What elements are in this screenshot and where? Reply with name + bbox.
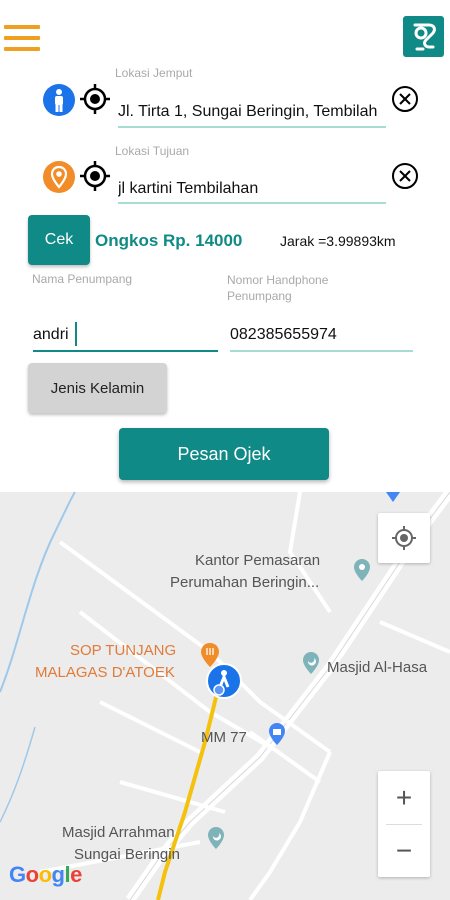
menu-icon[interactable] [4,21,40,57]
mosque-icon [207,827,225,854]
map-label: Kantor Pemasaran [195,552,321,569]
poi-pin-icon [353,559,371,586]
map-label: Sungai Beringin [74,846,180,863]
person-icon [42,83,76,117]
map-label: MM 77 [201,729,247,746]
mosque-icon [302,652,320,679]
map-label: MALAGAS D'ATOEK [35,664,175,681]
my-location-button[interactable] [378,513,430,563]
google-logo: Google [9,862,82,887]
passenger-phone-label: Nomor Handphone Penumpang [227,273,329,303]
distance-text: Jarak =3.99893km [280,233,396,249]
zoom-out-icon[interactable]: − [378,824,430,877]
order-ojek-button[interactable]: Pesan Ojek [119,428,329,480]
passenger-name-input[interactable]: andri [33,326,213,344]
passenger-name-underline [33,350,218,352]
pickup-input[interactable]: Jl. Tirta 1, Sungai Beringin, Tembilah [118,103,386,121]
gender-button[interactable]: Jenis Kelamin [28,363,167,413]
crosshair-icon[interactable] [79,160,111,192]
passenger-phone-input[interactable]: 082385655974 [230,326,410,344]
passenger-phone-underline [230,350,413,352]
clear-icon[interactable] [391,162,419,190]
pickup-underline [118,126,386,128]
map-label: Masjid Al-Hasa [327,659,428,676]
map-label: SOP TUNJANG [70,642,177,659]
zoom-in-icon[interactable]: + [378,771,430,824]
location-pin-icon [42,160,76,196]
pickup-label: Lokasi Jemput [115,66,193,80]
map-label: Masjid Arrahman [62,824,175,841]
check-fare-button[interactable]: Cek [28,215,90,265]
clear-icon[interactable] [391,85,419,113]
shop-icon [268,723,286,750]
passenger-name-label: Nama Penumpang [32,272,133,286]
my-location-icon [392,526,416,550]
map-label: Perumahan Beringin... [170,574,320,591]
fare-text: Ongkos Rp. 14000 [95,231,243,250]
map-view[interactable]: Kantor Pemasaran Perumahan Beringin... S… [0,492,450,900]
poi-pin-icon [384,492,402,511]
app-logo-icon[interactable] [403,16,444,57]
zoom-controls: + − [378,771,430,877]
crosshair-icon[interactable] [79,83,111,115]
text-cursor [75,322,77,346]
destination-underline [118,202,386,204]
destination-input[interactable]: jl kartini Tembilahan [118,180,386,198]
destination-label: Lokasi Tujuan [115,144,190,158]
person-marker-icon[interactable] [205,662,243,705]
